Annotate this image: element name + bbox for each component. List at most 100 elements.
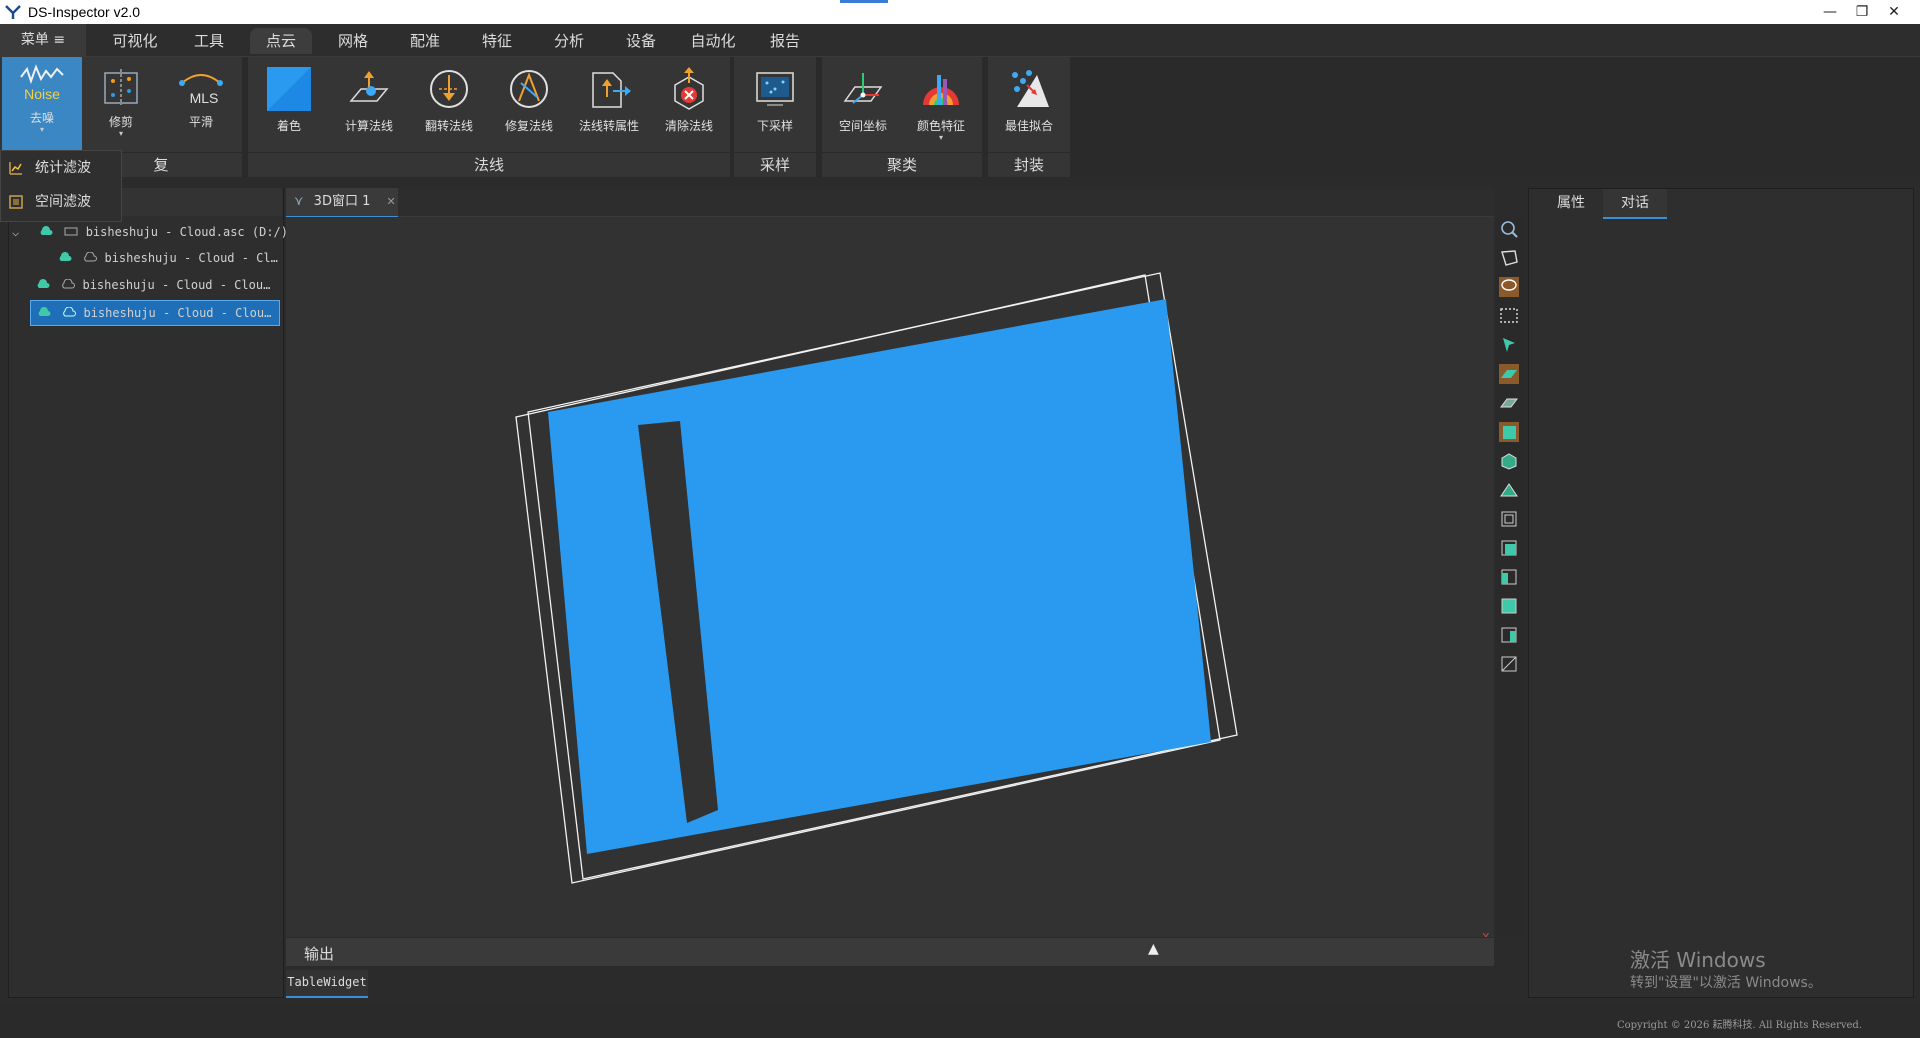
ribbon: Noise 去噪 ▾ 修剪 ▾ MLS 平滑 复 着色 计算法线 翻转法线 修复…: [0, 57, 1920, 177]
compute-normals-button[interactable]: 计算法线: [332, 61, 406, 153]
tree-row-label: bisheshuju - Cloud - Cl…: [104, 251, 278, 265]
menu-tab-mesh[interactable]: 网格: [322, 28, 384, 54]
tree-row-child-2[interactable]: bisheshuju - Cloud - Clou…: [36, 273, 280, 297]
perspective-icon[interactable]: [1499, 480, 1519, 500]
statistical-filter-label: 统计滤波: [35, 160, 91, 176]
close-button[interactable]: ✕: [1878, 0, 1910, 24]
trim-button[interactable]: 修剪 ▾: [84, 61, 158, 153]
restore-button[interactable]: ❐: [1846, 0, 1878, 24]
menu-item-spatial-filter[interactable]: 空间滤波: [1, 186, 119, 219]
tree-row-root[interactable]: ⌵ bisheshuju - Cloud.asc (D:/): [12, 220, 288, 244]
main-menu-button[interactable]: 菜单 ≡: [0, 24, 86, 56]
3d-viewport[interactable]: X Y Z: [286, 217, 1494, 994]
chevron-down-icon[interactable]: ⌵: [12, 220, 26, 244]
svg-text:MLS: MLS: [190, 90, 219, 106]
app-logo-icon: [5, 5, 21, 19]
activation-watermark-title: 激活 Windows: [1630, 948, 1766, 972]
menu-tab-report[interactable]: 报告: [754, 28, 816, 54]
tab-properties[interactable]: 属性: [1541, 189, 1601, 217]
cloud-outline-icon: [63, 306, 77, 317]
downsample-icon: [756, 72, 794, 106]
color-feature-label: 颜色特征: [916, 119, 965, 133]
box-view-icon[interactable]: [1499, 451, 1519, 471]
axis-y-label: Y: [1415, 935, 1423, 937]
menu-tab-registration[interactable]: 配准: [394, 28, 456, 54]
axis-x-label: X: [1482, 931, 1490, 937]
ribbon-group-normals: 着色 计算法线 翻转法线 修复法线 法线转属性 清除法线 法线: [248, 57, 730, 177]
zoom-fit-icon[interactable]: [1499, 219, 1519, 239]
smooth-button[interactable]: MLS 平滑: [164, 61, 238, 153]
polygon-select-icon[interactable]: [1499, 248, 1519, 268]
output-panel-header[interactable]: 输出 ▲: [286, 938, 1494, 966]
chevron-down-icon: ▾: [39, 125, 44, 134]
best-fit-button[interactable]: 最佳拟合: [992, 61, 1066, 153]
menu-tab-automation[interactable]: 自动化: [682, 28, 744, 54]
visible-cloud-icon[interactable]: [36, 279, 50, 289]
ribbon-group-clustering: 空间坐标 颜色特征 ▾ 聚类: [822, 57, 982, 177]
view-back-icon[interactable]: [1499, 625, 1519, 645]
repair-normals-label: 修复法线: [504, 119, 553, 133]
cloud-outline-icon: [62, 278, 76, 289]
hamburger-icon: ≡: [53, 32, 66, 48]
shaded-view-icon[interactable]: [1499, 422, 1519, 442]
normals-to-attr-label: 法线转属性: [578, 119, 639, 133]
group-label-normals: 法线: [248, 152, 730, 177]
ribbon-group-packaging: 最佳拟合 封装: [988, 57, 1070, 177]
point-cloud-surface[interactable]: [548, 299, 1211, 854]
point-cloud-scene[interactable]: X Y Z: [286, 217, 1494, 994]
minimize-button[interactable]: —: [1814, 0, 1846, 24]
output-title: 输出: [304, 945, 335, 963]
clear-normals-button[interactable]: 清除法线: [652, 61, 726, 153]
noise-icon: Noise: [20, 64, 64, 102]
view-top-icon[interactable]: [1499, 538, 1519, 558]
denoise-button[interactable]: Noise 去噪 ▾: [2, 57, 82, 151]
menu-item-statistical-filter[interactable]: 统计滤波: [1, 152, 119, 185]
repair-normals-button[interactable]: 修复法线: [492, 61, 566, 153]
menu-bar: 菜单 ≡ 可视化 工具 点云 网格 配准 特征 分析 设备 自动化 报告: [0, 24, 1920, 57]
menu-tab-tools[interactable]: 工具: [178, 28, 240, 54]
menu-tab-analysis[interactable]: 分析: [538, 28, 600, 54]
spatial-coord-button[interactable]: 空间坐标: [826, 61, 900, 153]
close-icon[interactable]: ✕: [387, 195, 396, 208]
tree-row-child-3-selected[interactable]: bisheshuju - Cloud - Clou…: [30, 300, 280, 326]
visible-cloud-icon[interactable]: [39, 226, 53, 236]
visible-cloud-icon[interactable]: [37, 307, 51, 317]
menu-tab-visualize[interactable]: 可视化: [104, 28, 166, 54]
wire-view-icon[interactable]: [1499, 393, 1519, 413]
tab-dialog[interactable]: 对话: [1603, 189, 1667, 219]
right-panel: 属性 对话: [1528, 188, 1914, 998]
tab-3d-window-1[interactable]: ⋎ 3D窗口 1 ✕: [286, 188, 398, 218]
expand-up-icon[interactable]: ▲: [1148, 941, 1159, 957]
window-3d-icon: ⋎: [294, 194, 304, 209]
tree-row-child-1[interactable]: bisheshuju - Cloud - Cl…: [58, 246, 280, 270]
svg-text:Noise: Noise: [24, 86, 60, 102]
menu-tab-feature[interactable]: 特征: [466, 28, 528, 54]
ribbon-group-sampling: 下采样 采样: [734, 57, 816, 177]
lasso-select-icon[interactable]: [1499, 277, 1519, 297]
window-title: DS-Inspector v2.0: [28, 4, 141, 20]
chevron-down-icon: ▾: [938, 133, 943, 142]
tab-table-widget[interactable]: TableWidget: [286, 970, 368, 998]
group-label-sampling: 采样: [734, 152, 816, 177]
colorize-button[interactable]: 着色: [252, 61, 326, 153]
view-front-icon[interactable]: [1499, 509, 1519, 529]
group-label-clustering: 聚类: [822, 152, 982, 177]
flip-normals-button[interactable]: 翻转法线: [412, 61, 486, 153]
view-left-icon[interactable]: [1499, 567, 1519, 587]
view-bottom-icon[interactable]: [1499, 654, 1519, 674]
menu-tab-device[interactable]: 设备: [610, 28, 672, 54]
colorize-label: 着色: [276, 119, 301, 133]
activation-watermark-subtitle: 转到"设置"以激活 Windows。: [1630, 975, 1822, 991]
spatial-coord-label: 空间坐标: [838, 119, 887, 133]
normals-to-attr-button[interactable]: 法线转属性: [572, 61, 646, 153]
color-feature-button[interactable]: 颜色特征 ▾: [904, 61, 978, 153]
flip-normals-icon: [430, 70, 468, 108]
surface-view-icon[interactable]: [1499, 364, 1519, 384]
view-right-icon[interactable]: [1499, 596, 1519, 616]
spatial-filter-icon: [9, 195, 23, 209]
downsample-button[interactable]: 下采样: [738, 61, 812, 153]
visible-cloud-icon[interactable]: [58, 252, 72, 262]
rect-select-icon[interactable]: [1499, 306, 1519, 326]
menu-tab-pointcloud[interactable]: 点云: [250, 28, 312, 54]
pointer-icon[interactable]: [1499, 335, 1519, 355]
